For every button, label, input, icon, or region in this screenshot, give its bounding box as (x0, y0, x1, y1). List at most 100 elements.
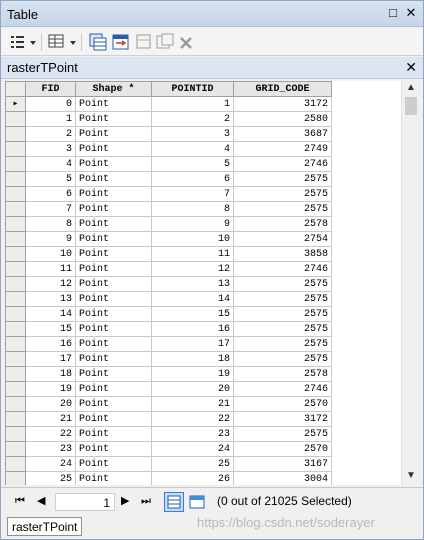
table-cell[interactable]: 19 (151, 366, 234, 382)
table-cell[interactable]: 17 (25, 351, 76, 367)
next-record-icon[interactable]: ▶ (121, 494, 129, 508)
table-cell[interactable]: 2575 (233, 276, 332, 292)
column-header[interactable]: POINTID (151, 81, 234, 97)
table-cell[interactable]: 3858 (233, 246, 332, 262)
table-cell[interactable]: 2746 (233, 381, 332, 397)
table-row[interactable]: 12 Point 13 2575 (5, 276, 332, 292)
table-row[interactable]: 9 Point 10 2754 (5, 231, 332, 247)
table-cell[interactable]: 5 (151, 156, 234, 172)
row-selector[interactable] (5, 381, 26, 397)
select-by-attributes-icon[interactable] (88, 32, 108, 52)
table-cell[interactable]: Point (75, 201, 152, 217)
table-cell[interactable]: 2575 (233, 321, 332, 337)
table-cell[interactable]: 8 (151, 201, 234, 217)
bottom-table-tab[interactable]: rasterTPoint (7, 517, 83, 536)
table-row[interactable]: 25 Point 26 3004 (5, 471, 332, 485)
table-row[interactable]: 1 Point 2 2580 (5, 111, 332, 127)
table-cell[interactable]: 2575 (233, 201, 332, 217)
previous-record-icon[interactable]: ◀ (37, 494, 45, 508)
table-row[interactable]: 24 Point 25 3167 (5, 456, 332, 472)
table-cell[interactable]: 16 (151, 321, 234, 337)
row-selector[interactable] (5, 216, 26, 232)
table-cell[interactable]: 4 (151, 141, 234, 157)
show-all-records-icon[interactable] (164, 492, 184, 512)
table-cell[interactable]: 4 (25, 156, 76, 172)
table-cell[interactable]: Point (75, 456, 152, 472)
table-row[interactable]: ▸ 0 Point 1 3172 (5, 96, 332, 112)
table-cell[interactable]: 2570 (233, 441, 332, 457)
close-icon[interactable]: ✕ (403, 5, 419, 21)
row-selector[interactable] (5, 201, 26, 217)
table-cell[interactable]: Point (75, 381, 152, 397)
row-selector[interactable] (5, 186, 26, 202)
table-row[interactable]: 21 Point 22 3172 (5, 411, 332, 427)
table-cell[interactable]: 1 (151, 96, 234, 112)
row-selector[interactable] (5, 141, 26, 157)
table-cell[interactable]: Point (75, 171, 152, 187)
table-cell[interactable]: 16 (25, 336, 76, 352)
table-cell[interactable]: Point (75, 126, 152, 142)
row-selector[interactable] (5, 441, 26, 457)
row-selector[interactable] (5, 111, 26, 127)
table-cell[interactable]: Point (75, 411, 152, 427)
table-cell[interactable]: Point (75, 471, 152, 485)
table-row[interactable]: 23 Point 24 2570 (5, 441, 332, 457)
table-cell[interactable]: 11 (151, 246, 234, 262)
table-cell[interactable]: 22 (151, 411, 234, 427)
table-row[interactable]: 16 Point 17 2575 (5, 336, 332, 352)
table-cell[interactable]: 20 (151, 381, 234, 397)
table-cell[interactable]: 2746 (233, 156, 332, 172)
current-record-input[interactable]: 1 (55, 493, 115, 511)
last-record-icon[interactable]: ⏭ (141, 494, 151, 508)
table-row[interactable]: 17 Point 18 2575 (5, 351, 332, 367)
row-selector[interactable] (5, 171, 26, 187)
table-cell[interactable]: 2746 (233, 261, 332, 277)
table-cell[interactable]: 18 (25, 366, 76, 382)
delete-selected-icon[interactable] (177, 32, 195, 52)
table-row[interactable]: 7 Point 8 2575 (5, 201, 332, 217)
table-cell[interactable]: 2580 (233, 111, 332, 127)
table-cell[interactable]: 5 (25, 171, 76, 187)
row-selector[interactable] (5, 321, 26, 337)
table-cell[interactable]: Point (75, 291, 152, 307)
zoom-to-selected-icon[interactable] (155, 32, 175, 52)
table-cell[interactable]: 2575 (233, 426, 332, 442)
row-selector[interactable] (5, 471, 26, 485)
table-cell[interactable]: 1 (25, 111, 76, 127)
table-cell[interactable]: 3172 (233, 96, 332, 112)
column-header[interactable]: FID (25, 81, 76, 97)
table-cell[interactable]: 25 (151, 456, 234, 472)
table-cell[interactable]: 3167 (233, 456, 332, 472)
table-cell[interactable]: Point (75, 261, 152, 277)
row-selector[interactable] (5, 261, 26, 277)
table-cell[interactable]: 2575 (233, 336, 332, 352)
table-row[interactable]: 18 Point 19 2578 (5, 366, 332, 382)
table-cell[interactable]: Point (75, 231, 152, 247)
table-cell[interactable]: Point (75, 366, 152, 382)
table-cell[interactable]: 7 (25, 201, 76, 217)
row-selector[interactable] (5, 396, 26, 412)
table-row[interactable]: 13 Point 14 2575 (5, 291, 332, 307)
table-cell[interactable]: 15 (25, 321, 76, 337)
table-cell[interactable]: Point (75, 306, 152, 322)
table-cell[interactable]: 2749 (233, 141, 332, 157)
related-tables-icon[interactable] (47, 32, 77, 52)
table-cell[interactable]: 10 (151, 231, 234, 247)
table-cell[interactable]: 24 (25, 456, 76, 472)
close-tab-icon[interactable]: ✕ (405, 59, 417, 76)
row-selector[interactable] (5, 156, 26, 172)
row-selector[interactable] (5, 231, 26, 247)
row-selector[interactable] (5, 291, 26, 307)
table-cell[interactable]: 17 (151, 336, 234, 352)
table-cell[interactable]: 3172 (233, 411, 332, 427)
table-cell[interactable]: 2578 (233, 216, 332, 232)
table-cell[interactable]: 14 (151, 291, 234, 307)
table-cell[interactable]: 18 (151, 351, 234, 367)
table-cell[interactable]: Point (75, 111, 152, 127)
row-selector[interactable] (5, 411, 26, 427)
table-cell[interactable]: Point (75, 396, 152, 412)
table-row[interactable]: 22 Point 23 2575 (5, 426, 332, 442)
row-selector[interactable] (5, 366, 26, 382)
switch-selection-icon[interactable] (111, 32, 131, 52)
table-cell[interactable]: 23 (151, 426, 234, 442)
